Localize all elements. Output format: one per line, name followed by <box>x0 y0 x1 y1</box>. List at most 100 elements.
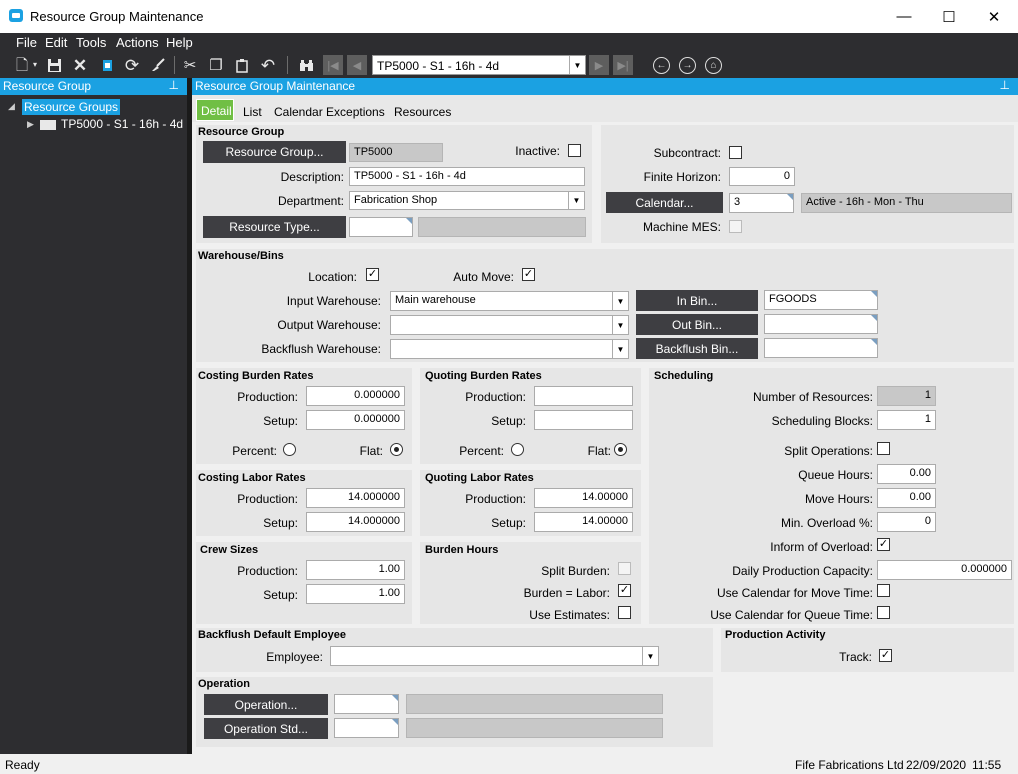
quoting-flat-radio[interactable] <box>614 443 627 456</box>
tab-resources[interactable]: Resources <box>394 105 451 119</box>
costing-percent-radio[interactable] <box>283 443 296 456</box>
costing-flat-radio[interactable] <box>390 443 403 456</box>
quoting-percent-radio[interactable] <box>511 443 524 456</box>
split-operations-checkbox[interactable] <box>877 442 890 455</box>
inform-overload-checkbox[interactable]: ✓ <box>877 538 890 551</box>
costing-burden-production-field[interactable]: 0.000000 <box>306 386 405 406</box>
output-warehouse-combo[interactable]: ▼ <box>390 315 629 335</box>
description-field[interactable]: TP5000 - S1 - 16h - 4d <box>349 167 585 186</box>
chevron-down-icon[interactable]: ▼ <box>612 292 628 310</box>
status-time: 11:55 <box>972 758 1002 772</box>
scheduling-blocks-field[interactable]: 1 <box>877 410 936 430</box>
record-navigator-combo[interactable]: TP5000 - S1 - 16h - 4d ▼ <box>372 55 586 75</box>
clear-icon[interactable] <box>148 55 168 75</box>
backflush-bin-field[interactable] <box>764 338 878 358</box>
attachments-icon[interactable] <box>97 55 117 75</box>
previous-record-icon[interactable]: ◀ <box>347 55 367 75</box>
collapse-icon[interactable]: ▶ <box>27 119 34 130</box>
tree-child-node[interactable]: TP5000 - S1 - 16h - 4d <box>61 117 183 131</box>
resource-group-field[interactable]: TP5000 <box>349 143 443 162</box>
input-warehouse-combo[interactable]: Main warehouse ▼ <box>390 291 629 311</box>
out-bin-field[interactable] <box>764 314 878 334</box>
expand-icon[interactable]: ◢ <box>8 101 15 112</box>
employee-combo[interactable]: ▼ <box>330 646 659 666</box>
chevron-down-icon[interactable]: ▼ <box>612 316 628 334</box>
home-icon[interactable]: ⌂ <box>705 57 722 74</box>
calendar-move-checkbox[interactable] <box>877 584 890 597</box>
burden-labor-checkbox[interactable]: ✓ <box>618 584 631 597</box>
operation-std-button[interactable]: Operation Std... <box>204 718 328 739</box>
costing-labor-production-field[interactable]: 14.000000 <box>306 488 405 508</box>
last-record-icon[interactable]: ▶| <box>613 55 633 75</box>
quoting-burden-production-field[interactable] <box>534 386 633 406</box>
save-icon[interactable] <box>44 55 64 75</box>
chevron-down-icon[interactable]: ▼ <box>642 647 658 665</box>
operation-std-field[interactable] <box>334 718 399 738</box>
operation-button[interactable]: Operation... <box>204 694 328 715</box>
delete-icon[interactable]: ✕ <box>70 55 90 75</box>
track-checkbox[interactable]: ✓ <box>879 649 892 662</box>
in-bin-field[interactable]: FGOODS <box>764 290 878 310</box>
forward-icon[interactable]: → <box>679 57 696 74</box>
tab-list[interactable]: List <box>243 105 262 119</box>
quoting-burden-setup-field[interactable] <box>534 410 633 430</box>
tree-root-node[interactable]: Resource Groups <box>22 99 121 115</box>
minimize-button[interactable]: — <box>881 0 927 33</box>
queue-hours-field[interactable]: 0.00 <box>877 464 936 484</box>
move-hours-field[interactable]: 0.00 <box>877 488 936 508</box>
out-bin-button[interactable]: Out Bin... <box>636 314 758 335</box>
quoting-labor-setup-field[interactable]: 14.00000 <box>534 512 633 532</box>
menu-tools[interactable]: Tools <box>76 35 106 50</box>
in-bin-button[interactable]: In Bin... <box>636 290 758 311</box>
tab-calendar-exceptions[interactable]: Calendar Exceptions <box>274 105 385 119</box>
new-icon[interactable]: 🗋 <box>12 55 32 75</box>
maximize-button[interactable]: ☐ <box>926 0 972 33</box>
subcontract-checkbox[interactable] <box>729 146 742 159</box>
chevron-down-icon[interactable]: ▼ <box>568 192 584 209</box>
department-combo[interactable]: Fabrication Shop ▼ <box>349 191 585 210</box>
menu-actions[interactable]: Actions <box>116 35 159 50</box>
copy-icon[interactable]: ❐ <box>206 55 226 75</box>
backflush-bin-button[interactable]: Backflush Bin... <box>636 338 758 359</box>
operation-field[interactable] <box>334 694 399 714</box>
paste-icon[interactable] <box>232 55 252 75</box>
refresh-icon[interactable]: ⟳ <box>122 55 142 75</box>
menu-file[interactable]: File <box>16 35 37 50</box>
next-record-icon[interactable]: ▶ <box>589 55 609 75</box>
calendar-field[interactable]: 3 <box>729 193 794 213</box>
costing-labor-setup-field[interactable]: 14.000000 <box>306 512 405 532</box>
machine-mes-checkbox[interactable] <box>729 220 742 233</box>
min-overload-field[interactable]: 0 <box>877 512 936 532</box>
use-estimates-checkbox[interactable] <box>618 606 631 619</box>
location-checkbox[interactable]: ✓ <box>366 268 379 281</box>
calendar-button[interactable]: Calendar... <box>606 192 723 213</box>
calendar-queue-checkbox[interactable] <box>877 606 890 619</box>
daily-capacity-field[interactable]: 0.000000 <box>877 560 1012 580</box>
undo-icon[interactable]: ↶ <box>258 55 278 75</box>
pin-icon[interactable]: ⊥ <box>1000 78 1010 92</box>
crew-setup-field[interactable]: 1.00 <box>306 584 405 604</box>
back-icon[interactable]: ← <box>653 57 670 74</box>
finite-horizon-field[interactable]: 0 <box>729 167 795 186</box>
first-record-icon[interactable]: |◀ <box>323 55 343 75</box>
auto-move-checkbox[interactable]: ✓ <box>522 268 535 281</box>
cut-icon[interactable]: ✂ <box>180 55 200 75</box>
split-burden-checkbox[interactable] <box>618 562 631 575</box>
new-dropdown-icon[interactable]: ▾ <box>30 55 40 75</box>
chevron-down-icon[interactable]: ▼ <box>612 340 628 358</box>
menu-edit[interactable]: Edit <box>45 35 67 50</box>
costing-burden-setup-field[interactable]: 0.000000 <box>306 410 405 430</box>
tab-detail[interactable]: Detail <box>196 99 234 121</box>
resource-type-button[interactable]: Resource Type... <box>203 216 346 238</box>
quoting-labor-production-field[interactable]: 14.00000 <box>534 488 633 508</box>
resource-type-field[interactable] <box>349 217 413 237</box>
resource-group-button[interactable]: Resource Group... <box>203 141 346 163</box>
pin-icon[interactable]: ⊥ <box>169 78 179 92</box>
close-button[interactable]: ✕ <box>971 0 1017 33</box>
backflush-warehouse-combo[interactable]: ▼ <box>390 339 629 359</box>
chevron-down-icon[interactable]: ▼ <box>569 56 585 74</box>
inactive-checkbox[interactable] <box>568 144 581 157</box>
crew-production-field[interactable]: 1.00 <box>306 560 405 580</box>
menu-help[interactable]: Help <box>166 35 193 50</box>
search-icon[interactable] <box>296 55 316 75</box>
